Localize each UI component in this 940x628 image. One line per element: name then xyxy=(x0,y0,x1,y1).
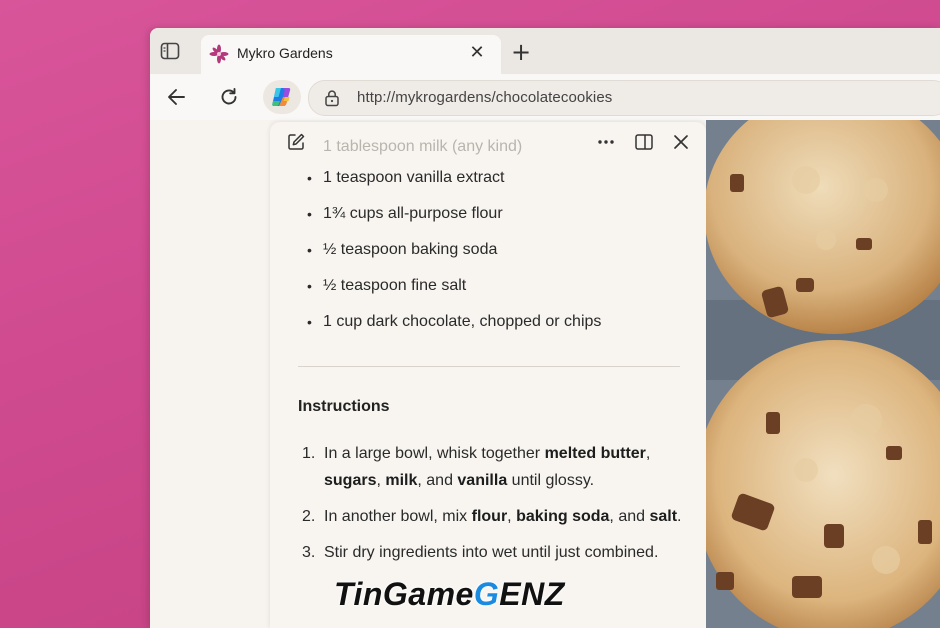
copilot-icon[interactable] xyxy=(263,80,301,114)
instruction-steps: 1. In a large bowl, whisk together melted… xyxy=(298,440,690,575)
step-number: 2. xyxy=(302,508,316,525)
list-item: ½ teaspoon fine salt xyxy=(298,274,698,310)
step-text: , and xyxy=(417,472,458,489)
copilot-pane: 1 tablespoon milk (any kind) 1 teaspoon … xyxy=(270,122,706,628)
cookie-photo xyxy=(706,120,940,628)
section-divider xyxy=(298,366,680,367)
bold-ingredient: baking soda xyxy=(516,508,610,525)
bold-ingredient: salt xyxy=(649,508,678,525)
step-text: , xyxy=(507,508,517,525)
url-text[interactable]: http://mykrogardens/chocolatecookies xyxy=(357,89,612,106)
toolbar: http://mykrogardens/chocolatecookies xyxy=(150,74,940,120)
step-text: In a large bowl, whisk together xyxy=(324,445,545,462)
step-text: . xyxy=(677,508,682,525)
tab-mykro-gardens[interactable]: Mykro Gardens ✕ xyxy=(201,35,501,74)
list-item: ½ teaspoon baking soda xyxy=(298,238,698,274)
bold-ingredient: melted butter xyxy=(544,445,646,462)
pane-header: 1 tablespoon milk (any kind) xyxy=(270,122,706,162)
page-left-area xyxy=(150,120,270,628)
ingredient-list: 1 teaspoon vanilla extract 1¾ cups all-p… xyxy=(298,166,698,346)
tab-title: Mykro Gardens xyxy=(237,45,333,61)
step-text: , and xyxy=(609,508,650,525)
bold-ingredient: milk xyxy=(385,472,418,489)
lock-icon[interactable] xyxy=(323,89,341,107)
back-arrow-icon[interactable] xyxy=(164,84,190,110)
compose-icon[interactable] xyxy=(286,132,306,152)
page-content: 1 tablespoon milk (any kind) 1 teaspoon … xyxy=(150,120,940,628)
step-text: In another bowl, mix xyxy=(324,508,472,525)
list-item: 1 cup dark chocolate, chopped or chips xyxy=(298,310,698,346)
reload-icon[interactable] xyxy=(216,84,242,110)
list-item: 1¾ cups all-purpose flour xyxy=(298,202,698,238)
watermark-logo: TinGameGENZ xyxy=(334,576,565,612)
close-tab-icon[interactable]: ✕ xyxy=(465,41,489,65)
flower-icon xyxy=(209,44,229,64)
browser-window: Mykro Gardens ✕ + http://mykrogardens/ch… xyxy=(150,28,940,628)
step-text: Stir dry ingredients into wet until just… xyxy=(324,544,659,561)
split-view-icon[interactable] xyxy=(634,132,654,152)
instruction-step: 3. Stir dry ingredients into wet until ju… xyxy=(298,539,690,566)
step-number: 3. xyxy=(302,544,316,561)
faded-ingredient: 1 tablespoon milk (any kind) xyxy=(323,138,523,155)
instructions-heading: Instructions xyxy=(298,398,390,415)
new-tab-button[interactable]: + xyxy=(509,40,533,64)
step-text: , xyxy=(645,445,651,462)
close-pane-icon[interactable] xyxy=(670,131,692,153)
list-item: 1 teaspoon vanilla extract xyxy=(298,166,698,202)
more-options-icon[interactable] xyxy=(596,134,616,150)
step-text: until glossy. xyxy=(507,472,595,489)
sidebar-toggle-icon[interactable] xyxy=(160,42,180,60)
instruction-step: 1. In a large bowl, whisk together melted… xyxy=(298,440,690,494)
instruction-step: 2. In another bowl, mix flour, baking sod… xyxy=(298,503,690,530)
tab-strip: Mykro Gardens ✕ + xyxy=(150,28,940,74)
step-number: 1. xyxy=(302,445,316,462)
bold-ingredient: flour xyxy=(471,508,508,525)
bold-ingredient: vanilla xyxy=(457,472,508,489)
address-bar[interactable]: http://mykrogardens/chocolatecookies xyxy=(308,80,940,116)
bold-ingredient: sugars xyxy=(324,472,377,489)
